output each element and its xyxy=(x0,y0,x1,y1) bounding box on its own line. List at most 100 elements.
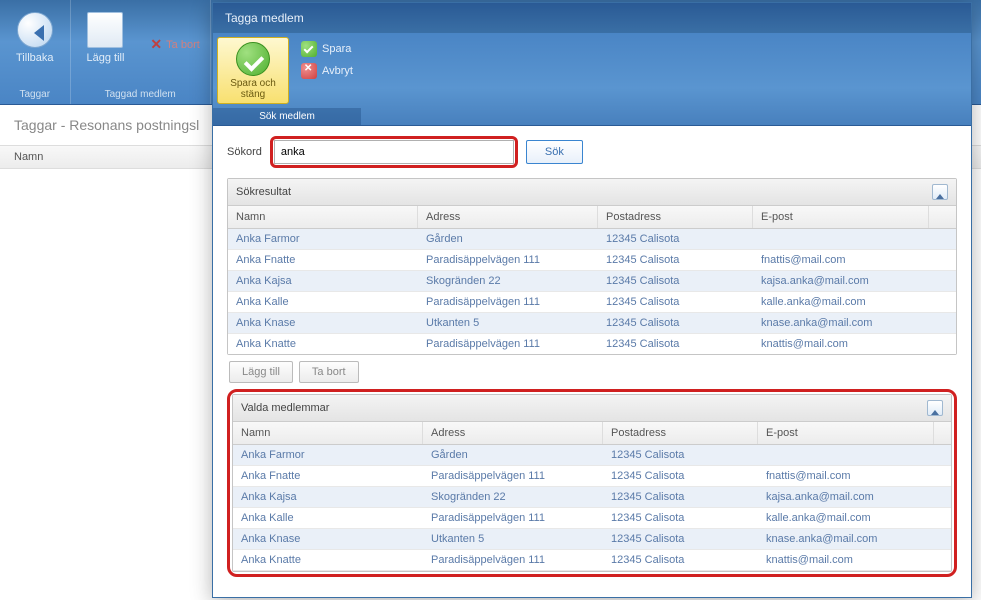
ribbon-group-taggar: Taggar xyxy=(0,89,70,104)
search-button[interactable]: Sök xyxy=(526,140,583,164)
cell-addr: Gården xyxy=(423,445,603,465)
selected-highlight-annotation: Valda medlemmar Namn Adress Postadress E… xyxy=(227,389,957,577)
cell-name: Anka Kajsa xyxy=(228,271,418,291)
cell-email: kajsa.anka@mail.com xyxy=(758,487,934,507)
cell-name: Anka Fnatte xyxy=(228,250,418,270)
cell-name: Anka Knatte xyxy=(228,334,418,354)
table-row[interactable]: Anka FarmorGården12345 Calisota xyxy=(233,445,951,466)
table-row[interactable]: Anka KalleParadisäppelvägen 11112345 Cal… xyxy=(228,292,956,313)
dialog-title: Tagga medlem xyxy=(213,3,971,33)
cell-addr: Utkanten 5 xyxy=(418,313,598,333)
col-address[interactable]: Adress xyxy=(423,422,603,444)
remove-label: Ta bort xyxy=(166,39,200,51)
col-email[interactable]: E-post xyxy=(753,206,929,228)
table-row[interactable]: Anka KajsaSkogränden 2212345 Calisotakaj… xyxy=(233,487,951,508)
collapse-selected-button[interactable] xyxy=(927,400,943,416)
cell-email: kajsa.anka@mail.com xyxy=(753,271,929,291)
cancel-label: Avbryt xyxy=(322,65,353,77)
selected-panel-title: Valda medlemmar xyxy=(241,402,329,414)
cell-postal: 12345 Calisota xyxy=(603,466,758,486)
cell-postal: 12345 Calisota xyxy=(603,487,758,507)
table-row[interactable]: Anka FarmorGården12345 Calisota xyxy=(228,229,956,250)
cell-email: kalle.anka@mail.com xyxy=(758,508,934,528)
dialog-ribbon: Spara och stäng Spara Avbryt Sök medlem xyxy=(213,33,971,126)
cell-name: Anka Knase xyxy=(228,313,418,333)
cell-addr: Skogränden 22 xyxy=(423,487,603,507)
table-row[interactable]: Anka KalleParadisäppelvägen 11112345 Cal… xyxy=(233,508,951,529)
cell-email xyxy=(753,229,929,249)
cell-name: Anka Farmor xyxy=(233,445,423,465)
cell-addr: Paradisäppelvägen 111 xyxy=(418,334,598,354)
col-postal[interactable]: Postadress xyxy=(603,422,758,444)
cell-name: Anka Knase xyxy=(233,529,423,549)
cell-name: Anka Farmor xyxy=(228,229,418,249)
table-row[interactable]: Anka FnatteParadisäppelvägen 11112345 Ca… xyxy=(228,250,956,271)
selected-panel: Valda medlemmar Namn Adress Postadress E… xyxy=(232,394,952,572)
table-row[interactable]: Anka KnaseUtkanten 512345 Calisotaknase.… xyxy=(228,313,956,334)
table-row[interactable]: Anka KnatteParadisäppelvägen 11112345 Ca… xyxy=(228,334,956,354)
results-grid-body[interactable]: Anka FarmorGården12345 CalisotaAnka Fnat… xyxy=(228,229,956,354)
add-button[interactable]: Lägg till xyxy=(71,0,141,89)
cell-email: fnattis@mail.com xyxy=(753,250,929,270)
col-address[interactable]: Adress xyxy=(418,206,598,228)
cell-postal: 12345 Calisota xyxy=(598,334,753,354)
cell-postal: 12345 Calisota xyxy=(603,445,758,465)
results-panel-title: Sökresultat xyxy=(236,186,291,198)
ribbon-group-taggad-medlem: Taggad medlem xyxy=(71,89,210,104)
ribbon-group-sok-medlem: Sök medlem xyxy=(213,108,361,125)
checkmark-small-icon xyxy=(301,41,317,57)
col-name[interactable]: Namn xyxy=(233,422,423,444)
search-input[interactable] xyxy=(274,140,514,164)
table-row[interactable]: Anka KajsaSkogränden 2212345 Calisotakaj… xyxy=(228,271,956,292)
cancel-button[interactable]: Avbryt xyxy=(297,61,357,81)
cell-postal: 12345 Calisota xyxy=(598,250,753,270)
cell-name: Anka Knatte xyxy=(233,550,423,570)
cell-postal: 12345 Calisota xyxy=(598,292,753,312)
cell-email: knattis@mail.com xyxy=(753,334,929,354)
cell-name: Anka Kalle xyxy=(233,508,423,528)
cell-addr: Paradisäppelvägen 111 xyxy=(423,508,603,528)
add-label: Lägg till xyxy=(87,52,125,64)
cell-addr: Paradisäppelvägen 111 xyxy=(418,292,598,312)
cell-postal: 12345 Calisota xyxy=(598,271,753,291)
save-and-close-label: Spara och stäng xyxy=(218,78,288,100)
remove-button[interactable]: ✕ Ta bort xyxy=(140,0,209,89)
cell-name: Anka Kajsa xyxy=(233,487,423,507)
cell-addr: Skogränden 22 xyxy=(418,271,598,291)
cell-postal: 12345 Calisota xyxy=(603,529,758,549)
cancel-x-icon xyxy=(301,63,317,79)
search-label: Sökord xyxy=(227,146,262,158)
cell-name: Anka Fnatte xyxy=(233,466,423,486)
selected-grid-body[interactable]: Anka FarmorGården12345 CalisotaAnka Fnat… xyxy=(233,445,951,571)
remove-selected-button[interactable]: Ta bort xyxy=(299,361,359,383)
table-row[interactable]: Anka FnatteParadisäppelvägen 11112345 Ca… xyxy=(233,466,951,487)
search-highlight-annotation xyxy=(270,136,518,168)
col-email[interactable]: E-post xyxy=(758,422,934,444)
x-icon: ✕ xyxy=(150,36,162,53)
col-postal[interactable]: Postadress xyxy=(598,206,753,228)
save-button[interactable]: Spara xyxy=(297,39,357,59)
back-label: Tillbaka xyxy=(16,52,54,64)
cell-postal: 12345 Calisota xyxy=(603,550,758,570)
cell-postal: 12345 Calisota xyxy=(598,229,753,249)
cell-name: Anka Kalle xyxy=(228,292,418,312)
collapse-results-button[interactable] xyxy=(932,184,948,200)
table-row[interactable]: Anka KnatteParadisäppelvägen 11112345 Ca… xyxy=(233,550,951,571)
cell-addr: Utkanten 5 xyxy=(423,529,603,549)
cell-addr: Paradisäppelvägen 111 xyxy=(418,250,598,270)
table-row[interactable]: Anka KnaseUtkanten 512345 Calisotaknase.… xyxy=(233,529,951,550)
save-and-close-button[interactable]: Spara och stäng xyxy=(217,37,289,104)
cell-addr: Paradisäppelvägen 111 xyxy=(423,550,603,570)
cell-email: knase.anka@mail.com xyxy=(758,529,934,549)
add-selected-button[interactable]: Lägg till xyxy=(229,361,293,383)
col-name[interactable]: Namn xyxy=(228,206,418,228)
tag-member-dialog: Tagga medlem Spara och stäng Spara Avbry… xyxy=(212,2,972,598)
results-header-row: Namn Adress Postadress E-post xyxy=(228,206,956,229)
cell-addr: Gården xyxy=(418,229,598,249)
selected-header-row: Namn Adress Postadress E-post xyxy=(233,422,951,445)
cell-email: fnattis@mail.com xyxy=(758,466,934,486)
back-button[interactable]: Tillbaka xyxy=(0,0,70,89)
cell-addr: Paradisäppelvägen 111 xyxy=(423,466,603,486)
cell-email: knattis@mail.com xyxy=(758,550,934,570)
cell-email: knase.anka@mail.com xyxy=(753,313,929,333)
